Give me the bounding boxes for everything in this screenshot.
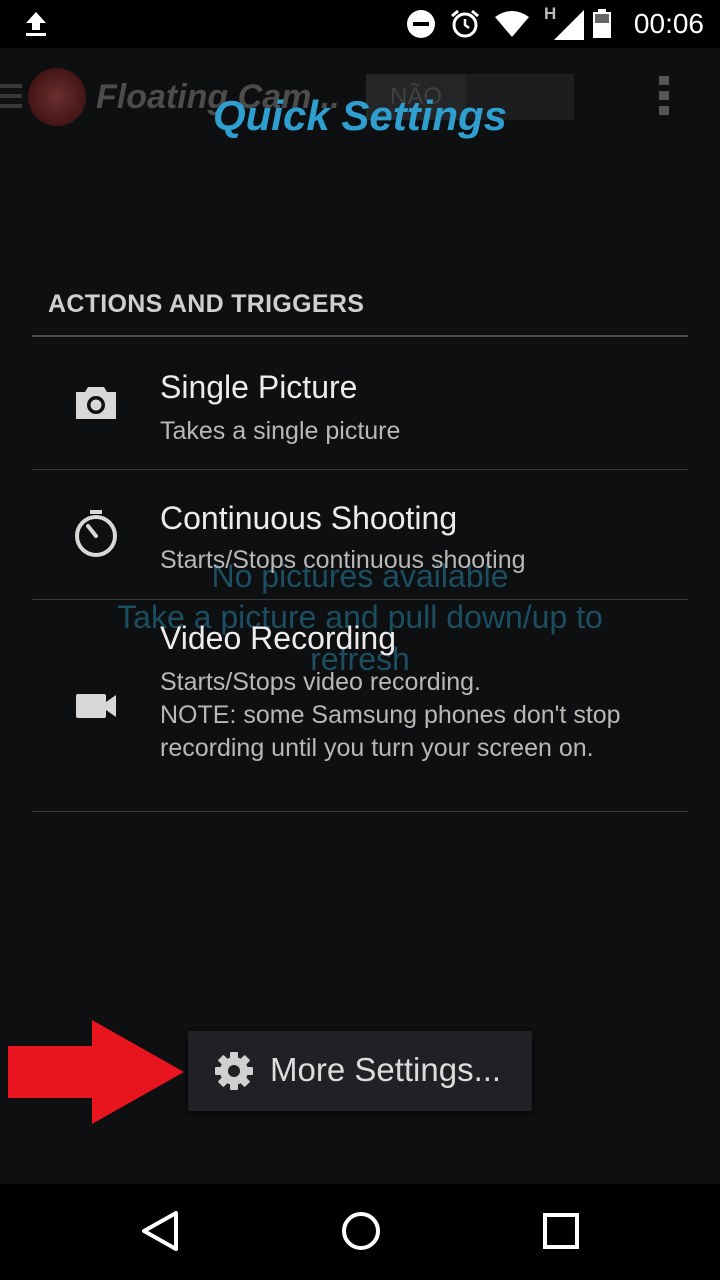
signal-icon: [554, 10, 584, 40]
item-title: Video Recording: [160, 620, 397, 656]
item-subtitle: Starts/Stops continuous shooting: [160, 546, 526, 574]
alarm-icon: [451, 9, 479, 38]
item-subtitle: Takes a single picture: [160, 417, 401, 445]
more-settings-label: More Settings...: [270, 1051, 502, 1088]
battery-icon: [593, 9, 611, 38]
item-title: Continuous Shooting: [160, 500, 458, 536]
status-bar: H 00:06: [0, 0, 720, 48]
video-camera-icon: [76, 694, 116, 718]
navigation-bar: [0, 1184, 720, 1280]
clock: 00:06: [633, 8, 704, 39]
status-icons: H: [406, 4, 612, 40]
do-not-disturb-icon: [407, 10, 435, 38]
dialog-title: Quick Settings: [212, 92, 508, 139]
recents-icon[interactable]: [538, 1208, 584, 1254]
item-title: Single Picture: [160, 369, 358, 405]
red-arrow-annotation: [8, 1020, 184, 1124]
item-subtitle: Starts/Stops video recording. NOTE: some…: [160, 668, 621, 762]
wifi-icon: [495, 11, 529, 37]
gear-icon: [215, 1052, 253, 1090]
list-item-video-recording[interactable]: Video Recording Starts/Stops video recor…: [32, 600, 688, 812]
camera-icon: [76, 387, 116, 419]
signal-indicator: H: [544, 4, 584, 40]
list-item-continuous-shooting[interactable]: Continuous Shooting Starts/Stops continu…: [32, 470, 688, 600]
section-header: ACTIONS AND TRIGGERS: [48, 290, 365, 318]
back-icon[interactable]: [138, 1208, 184, 1254]
timer-icon: [75, 510, 117, 557]
list-item-single-picture[interactable]: Single Picture Takes a single picture: [32, 337, 688, 470]
item-divider: [32, 811, 688, 812]
upload-icon: [26, 12, 46, 36]
more-settings-button[interactable]: More Settings...: [188, 1031, 532, 1111]
home-icon[interactable]: [338, 1208, 384, 1254]
